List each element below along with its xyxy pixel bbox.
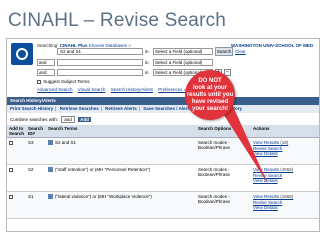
print-history-link[interactable]: Print Search History <box>10 106 53 111</box>
row-id: S1 <box>26 191 47 219</box>
history-actions: Print Search History | Retrieve Searches |… <box>7 105 319 113</box>
callout-line-4: have revised <box>191 99 229 105</box>
boolean-select-3[interactable]: and <box>37 69 55 76</box>
search-links: Advanced Search Visual Search Search His… <box>37 87 190 92</box>
field-select-1[interactable]: Select a Field (optional) <box>153 48 213 55</box>
query-in-label-2: in <box>145 60 149 65</box>
col-terms: Search Terms <box>46 125 197 138</box>
suggest-subject-terms-label: Suggest Subject Terms <box>43 79 90 84</box>
warning-callout: DO NOT look at your results until you ha… <box>185 70 235 120</box>
query-in-label-1: in <box>145 49 149 54</box>
view-details-link[interactable]: View Details <box>253 151 319 157</box>
row-options: Search modes - Boolean/Phrase <box>196 191 252 219</box>
boolean-select-2[interactable]: and <box>37 59 55 66</box>
row-checkbox-cell <box>7 137 27 165</box>
row-terms: ("staff retention") or (MH "Personnel Re… <box>55 167 151 172</box>
ebsco-logo-icon <box>11 43 33 65</box>
row-actions: View Results (4556) Revise Search View D… <box>251 164 319 192</box>
row-options: Search modes - Boolean/Phrase <box>196 164 252 192</box>
callout-line-5: your search! <box>191 106 228 112</box>
cinahl-screenshot: Searching: CINAHL Plus Choose Databases … <box>6 38 320 232</box>
row-checkbox-cell <box>7 164 27 192</box>
callout-line-2: look at your <box>192 85 227 91</box>
row-terms-cell: ("lateral violence") or (MH "Workplace V… <box>46 191 197 219</box>
search-button[interactable]: Search <box>215 47 233 56</box>
query-input-2[interactable] <box>57 59 143 66</box>
row-terms: S2 and S1 <box>55 140 77 145</box>
advanced-search-link[interactable]: Advanced Search <box>37 87 73 92</box>
table-header-row: Add to Search Search ID# Search Terms Se… <box>7 125 319 138</box>
row-terms-cell: S2 and S1 <box>46 137 197 165</box>
row-id: S3 <box>26 137 47 165</box>
col-actions: Actions <box>251 125 319 138</box>
result-count: (1665) <box>280 194 294 199</box>
col-options: Search Options <box>196 125 252 138</box>
combine-row: Combine searches with: and Add <box>10 116 91 123</box>
preferences-link[interactable]: Preferences » <box>158 87 186 92</box>
history-table: Add to Search Search ID# Search Terms Se… <box>7 125 319 219</box>
result-count: (18) <box>280 140 289 145</box>
retrieve-alerts-link[interactable]: Retrieve Alerts <box>105 106 137 111</box>
row-checkbox-cell <box>7 191 27 219</box>
suggest-subject-terms[interactable]: Suggest Subject Terms <box>37 79 89 84</box>
table-row: S2 ("staff retention") or (MH "Personnel… <box>7 164 319 192</box>
view-details-link[interactable]: View Details <box>253 178 319 184</box>
row-checkbox[interactable] <box>9 167 13 172</box>
edit-icon[interactable] <box>48 194 54 200</box>
field-select-2[interactable]: Select a Field (optional) <box>153 59 213 66</box>
row-terms: ("lateral violence") or (MH "Workplace V… <box>55 194 152 199</box>
row-actions: View Results (1665) Revise Search View D… <box>251 191 319 219</box>
suggest-subject-terms-checkbox[interactable] <box>37 79 41 84</box>
retrieve-searches-link[interactable]: Retrieve Searches <box>60 106 99 111</box>
view-details-link[interactable]: View Details <box>253 205 319 211</box>
row-options: Search modes - Boolean/Phrase <box>196 137 252 165</box>
row-checkbox[interactable] <box>9 194 13 199</box>
slide-title: CINAHL – Revise Search <box>8 10 227 31</box>
clear-link[interactable]: Clear <box>235 48 246 55</box>
query-input-3[interactable] <box>57 69 143 76</box>
visual-search-link[interactable]: Visual Search <box>78 87 106 92</box>
row-actions: View Results (18) Revise Search View Det… <box>251 137 319 165</box>
history-title: Search History/Alerts <box>10 98 56 103</box>
result-count: (4556) <box>280 167 294 172</box>
callout-line-1: DO NOT <box>198 78 222 84</box>
history-header-bar: Search History/Alerts <box>7 97 319 105</box>
table-row: S3 S2 and S1 Search modes - Boolean/Phra… <box>7 137 319 165</box>
searching-label: Searching: <box>37 43 59 48</box>
edit-icon[interactable] <box>48 140 54 146</box>
row-checkbox[interactable] <box>9 140 13 145</box>
table-row: S1 ("lateral violence") or (MH "Workplac… <box>7 191 319 219</box>
query-in-label-3: in <box>145 70 149 75</box>
combine-select[interactable]: and <box>61 116 75 123</box>
combine-label: Combine searches with: <box>10 117 59 122</box>
add-button[interactable]: Add <box>78 117 91 122</box>
col-id: Search ID# <box>26 125 47 138</box>
row-terms-cell: ("staff retention") or (MH "Personnel Re… <box>46 164 197 192</box>
query-input-1[interactable]: S2 and S1 <box>57 48 143 55</box>
search-history-link[interactable]: Search History/Alerts <box>111 87 153 92</box>
callout-line-3: results until you <box>186 92 234 98</box>
col-add: Add to Search <box>7 125 27 138</box>
edit-icon[interactable] <box>48 167 54 173</box>
row-id: S2 <box>26 164 47 192</box>
